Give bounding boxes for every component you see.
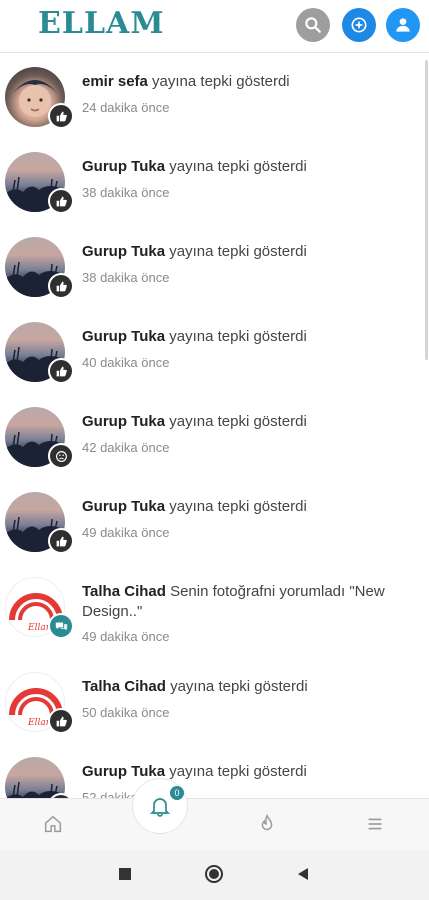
search-icon <box>305 17 321 33</box>
notification-time: 38 dakika önce <box>82 185 170 200</box>
notification-text: Talha Cihad yayına tepki gösterdi <box>82 677 407 697</box>
user-name[interactable]: Gurup Tuka <box>82 243 165 260</box>
search-button[interactable] <box>296 8 330 42</box>
user-name[interactable]: Gurup Tuka <box>82 328 165 345</box>
user-name[interactable]: Gurup Tuka <box>82 413 165 430</box>
user-name[interactable]: Gurup Tuka <box>82 158 165 175</box>
like-icon <box>48 188 74 214</box>
home-tab[interactable] <box>42 813 66 837</box>
notification-action: yayına tepki gösterdi <box>169 158 307 175</box>
notification-text: Gurup Tuka yayına tepki gösterdi <box>82 762 407 782</box>
notification-time: 49 dakika önce <box>82 629 170 644</box>
comment-icon <box>48 613 74 639</box>
menu-tab[interactable] <box>364 813 388 837</box>
notification-item[interactable]: Gurup Tuka yayına tepki gösterdi 38 dakik… <box>0 152 429 232</box>
notification-action: yayına tepki gösterdi <box>169 243 307 260</box>
notification-count-badge: 0 <box>170 786 184 800</box>
profile-button[interactable] <box>386 8 420 42</box>
notification-text: Gurup Tuka yayına tepki gösterdi <box>82 327 407 347</box>
notification-text: Gurup Tuka yayına tepki gösterdi <box>82 412 407 432</box>
notification-item[interactable]: Ellam Talha Cihad Senin fotoğrafni yoruml… <box>0 577 429 667</box>
like-icon <box>48 103 74 129</box>
user-name[interactable]: Talha Cihad <box>82 583 166 600</box>
notification-item[interactable]: Gurup Tuka yayına tepki gösterdi 40 dakik… <box>0 322 429 402</box>
notification-action: yayına tepki gösterdi <box>169 413 307 430</box>
user-name[interactable]: Gurup Tuka <box>82 763 165 780</box>
notification-text: emir sefa yayına tepki gösterdi <box>82 72 407 92</box>
like-icon <box>48 708 74 734</box>
system-navigation-bar <box>0 850 429 900</box>
like-icon <box>48 358 74 384</box>
notification-text: Talha Cihad Senin fotoğrafni yorumladı "… <box>82 582 407 622</box>
menu-icon <box>368 818 382 830</box>
trending-tab[interactable] <box>256 813 280 837</box>
notification-item[interactable]: Gurup Tuka yayına tepki gösterdi 52 dakik… <box>0 757 429 798</box>
notification-item[interactable]: Gurup Tuka yayına tepki gösterdi 49 dakik… <box>0 492 429 572</box>
scrollbar[interactable] <box>425 60 428 360</box>
notification-text: Gurup Tuka yayına tepki gösterdi <box>82 157 407 177</box>
home-circle-icon[interactable] <box>204 864 224 884</box>
notification-list[interactable]: emir sefa yayına tepki gösterdi 24 dakika… <box>0 53 429 798</box>
notification-action: yayına tepki gösterdi <box>169 763 307 780</box>
user-name[interactable]: Talha Cihad <box>82 678 166 695</box>
avatar[interactable] <box>5 757 65 798</box>
bell-icon <box>149 798 171 817</box>
recent-apps-icon[interactable] <box>117 866 133 882</box>
home-icon <box>44 815 62 833</box>
notification-action: yayına tepki gösterdi <box>170 678 308 695</box>
like-icon <box>48 528 74 554</box>
notification-text: Gurup Tuka yayına tepki gösterdi <box>82 242 407 262</box>
notification-text: Gurup Tuka yayına tepki gösterdi <box>82 497 407 517</box>
notification-time: 49 dakika önce <box>82 525 170 540</box>
notification-time: 24 dakika önce <box>82 100 170 115</box>
user-name[interactable]: emir sefa <box>82 73 148 90</box>
notification-item[interactable]: Gurup Tuka yayına tepki gösterdi 38 dakik… <box>0 237 429 317</box>
notification-time: 38 dakika önce <box>82 270 170 285</box>
app-logo[interactable]: ELLAM <box>38 6 165 41</box>
sad-face-icon <box>48 443 74 469</box>
notification-action: yayına tepki gösterdi <box>169 328 307 345</box>
fire-icon <box>261 813 273 831</box>
notification-item[interactable]: emir sefa yayına tepki gösterdi 24 dakika… <box>0 67 429 147</box>
notification-action: yayına tepki gösterdi <box>169 498 307 515</box>
person-icon <box>396 18 410 32</box>
bottom-navigation <box>0 798 429 851</box>
app-header: ELLAM <box>0 0 429 53</box>
notification-time: 40 dakika önce <box>82 355 170 370</box>
notification-time: 50 dakika önce <box>82 705 170 720</box>
back-icon[interactable] <box>295 866 311 882</box>
create-post-button[interactable] <box>342 8 376 42</box>
user-name[interactable]: Gurup Tuka <box>82 498 165 515</box>
plus-circle-icon <box>351 17 367 33</box>
notification-time: 42 dakika önce <box>82 440 170 455</box>
notification-item[interactable]: Ellam Talha Cihad yayına tepki gösterdi 50… <box>0 672 429 752</box>
notification-action: yayına tepki gösterdi <box>152 73 290 90</box>
notification-item[interactable]: Gurup Tuka yayına tepki gösterdi 42 dakik… <box>0 407 429 487</box>
like-icon <box>48 273 74 299</box>
